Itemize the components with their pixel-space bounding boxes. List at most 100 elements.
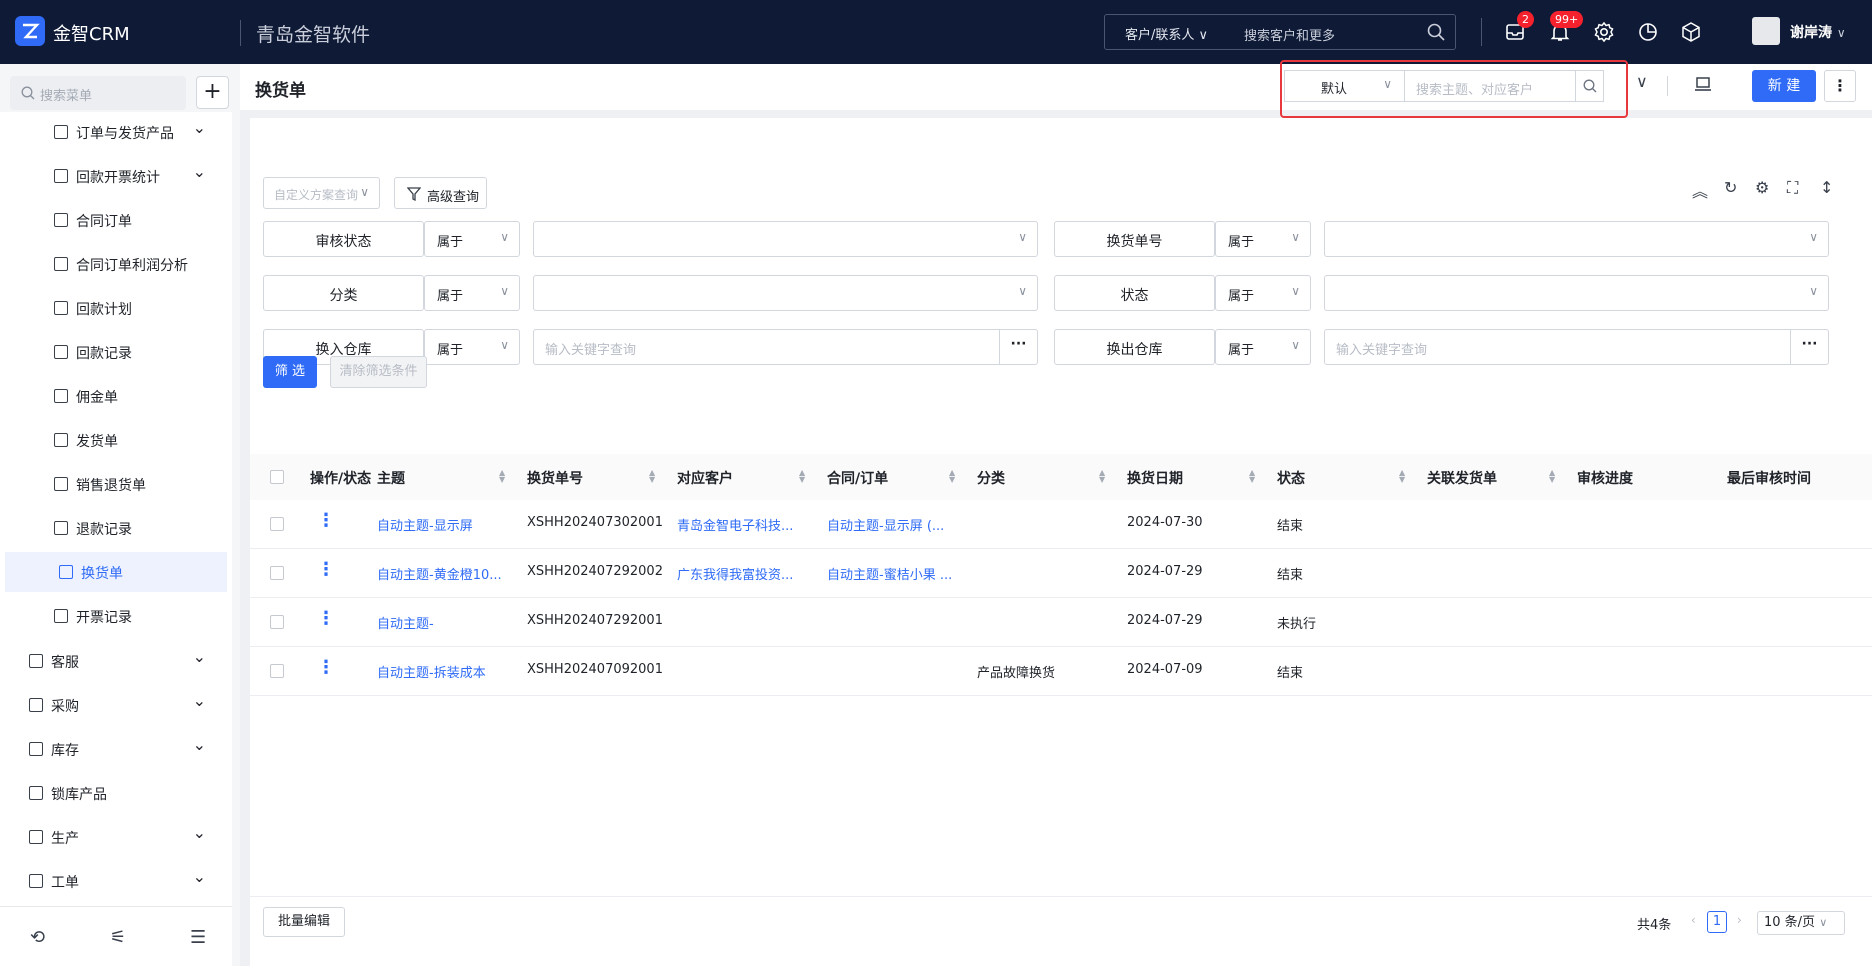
- row-actions-icon[interactable]: ⋮: [317, 512, 335, 530]
- column-header[interactable]: 关联发货单: [1427, 468, 1497, 488]
- refresh-icon[interactable]: ↻: [1724, 178, 1737, 197]
- sidebar-item[interactable]: 合同订单利润分析: [0, 244, 232, 284]
- sidebar-item[interactable]: 回款开票统计 ⌄: [0, 156, 232, 196]
- column-header[interactable]: 最后审核时间: [1727, 468, 1811, 488]
- chevron-down-icon[interactable]: ⌄: [193, 647, 206, 666]
- sidebar-item[interactable]: 采购 ⌄: [0, 685, 232, 725]
- prev-page-icon[interactable]: ‹: [1691, 913, 1696, 927]
- chevron-down-icon[interactable]: ⌄: [193, 823, 206, 842]
- fullscreen-icon[interactable]: ⛶: [1787, 178, 1798, 198]
- filter-operator-select[interactable]: 属于 ∨: [1215, 329, 1311, 365]
- filter-operator-select[interactable]: 属于 ∨: [424, 275, 520, 311]
- column-header[interactable]: 主题: [377, 468, 405, 488]
- row-checkbox[interactable]: [270, 517, 284, 531]
- subject-link[interactable]: 自动主题-黄金橙10...: [377, 564, 512, 583]
- column-header[interactable]: 对应客户: [677, 468, 733, 488]
- sort-icon[interactable]: ▲ ▼: [499, 469, 505, 484]
- chevron-down-icon[interactable]: ∨: [1636, 72, 1648, 91]
- sort-icon[interactable]: ▲ ▼: [949, 469, 955, 484]
- sidebar-item[interactable]: 退款记录: [0, 508, 232, 548]
- brand-name[interactable]: 金智CRM: [53, 20, 130, 46]
- sidebar-item[interactable]: 生产 ⌄: [0, 817, 232, 857]
- filter-value-input[interactable]: ∨: [533, 275, 1038, 311]
- more-icon[interactable]: ···: [1790, 330, 1828, 364]
- filter-value-input[interactable]: ∨: [1324, 275, 1829, 311]
- sort-icon[interactable]: ▲ ▼: [1549, 469, 1555, 484]
- apply-filter-button[interactable]: 筛 选: [263, 356, 317, 388]
- column-settings-icon[interactable]: ⚙: [1755, 178, 1769, 197]
- subject-link[interactable]: 自动主题-拆装成本: [377, 662, 512, 681]
- pie-chart-icon[interactable]: [1636, 20, 1660, 44]
- row-checkbox[interactable]: [270, 664, 284, 678]
- laptop-icon[interactable]: [1693, 76, 1713, 94]
- row-checkbox[interactable]: [270, 566, 284, 580]
- filter-value-input[interactable]: ∨: [1324, 221, 1829, 257]
- table-row[interactable]: ⋮ 自动主题- XSHH202407292001 2024-07-29 未执行: [250, 598, 1872, 647]
- sidebar-item[interactable]: 开票记录: [0, 596, 232, 636]
- chevron-down-icon[interactable]: ⌄: [193, 867, 206, 886]
- search-icon[interactable]: [1427, 23, 1445, 41]
- sidebar-item[interactable]: 回款记录: [0, 332, 232, 372]
- sidebar-item[interactable]: 换货单: [5, 552, 227, 592]
- sidebar-item[interactable]: 佣金单: [0, 376, 232, 416]
- brand-logo-icon[interactable]: [15, 16, 45, 46]
- column-header[interactable]: 操作/状态: [310, 468, 371, 488]
- user-name[interactable]: 谢岸涛 ∨: [1790, 22, 1846, 42]
- row-actions-icon[interactable]: ⋮: [317, 561, 335, 579]
- history-icon[interactable]: ⟲: [30, 927, 45, 948]
- filter-operator-select[interactable]: 属于 ∨: [1215, 221, 1311, 257]
- sidebar-item[interactable]: 工单 ⌄: [0, 861, 232, 901]
- collapse-sidebar-icon[interactable]: ☰: [190, 927, 206, 948]
- batch-edit-button[interactable]: 批量编辑: [263, 907, 346, 937]
- clear-filter-button[interactable]: 清除筛选条件: [330, 356, 427, 388]
- sidebar-item[interactable]: 回款计划: [0, 288, 232, 328]
- sidebar-item[interactable]: 销售退货单: [0, 464, 232, 504]
- more-icon[interactable]: ···: [999, 330, 1037, 364]
- contract-link[interactable]: 自动主题-蜜桔小果 ...: [827, 564, 967, 583]
- avatar[interactable]: [1752, 17, 1780, 45]
- row-checkbox[interactable]: [270, 615, 284, 629]
- sort-icon[interactable]: ▲ ▼: [1249, 469, 1255, 484]
- customer-link[interactable]: 广东我得我富投资...: [677, 564, 817, 583]
- column-header[interactable]: 审核进度: [1577, 468, 1633, 488]
- subject-link[interactable]: 自动主题-显示屏: [377, 515, 512, 534]
- sidebar-item[interactable]: 锁库产品: [0, 773, 232, 813]
- chevron-down-icon[interactable]: ⌄: [193, 118, 206, 137]
- filter-value-input[interactable]: ∨: [533, 221, 1038, 257]
- sidebar-item[interactable]: 发货单: [0, 420, 232, 460]
- new-button[interactable]: 新 建: [1752, 70, 1816, 102]
- column-header[interactable]: 分类: [977, 468, 1005, 488]
- gear-icon[interactable]: [1592, 20, 1616, 44]
- page-size-select[interactable]: 10 条/页 ∨: [1757, 911, 1845, 935]
- chevron-down-icon[interactable]: ∨: [1837, 26, 1846, 40]
- collapse-filters-icon[interactable]: ︽: [1692, 178, 1708, 202]
- advanced-query-button[interactable]: 高级查询: [394, 177, 487, 209]
- chevron-down-icon[interactable]: ⌄: [193, 691, 206, 710]
- filter-value-input[interactable]: 输入关键字查询 ···: [533, 329, 1038, 365]
- global-search-input[interactable]: 搜索客户和更多: [1244, 25, 1335, 44]
- row-actions-icon[interactable]: ⋮: [317, 659, 335, 677]
- sort-icon[interactable]: ▲ ▼: [1099, 469, 1105, 484]
- table-row[interactable]: ⋮ 自动主题-黄金橙10... XSHH202407292002 广东我得我富投资..…: [250, 549, 1872, 598]
- column-header[interactable]: 换货日期: [1127, 468, 1183, 488]
- cube-icon[interactable]: [1679, 20, 1703, 44]
- chevron-down-icon[interactable]: ⌄: [193, 735, 206, 754]
- sidebar-item[interactable]: 客服 ⌄: [0, 641, 232, 681]
- row-height-icon[interactable]: ↕: [1820, 178, 1833, 197]
- table-row[interactable]: ⋮ 自动主题-拆装成本 XSHH202407092001 产品故障换货 2024-07-…: [250, 647, 1872, 696]
- search-scope-select[interactable]: 客户/联系人 ∨: [1125, 24, 1208, 43]
- filter-operator-select[interactable]: 属于 ∨: [424, 221, 520, 257]
- select-all-checkbox[interactable]: [270, 470, 284, 484]
- column-header[interactable]: 状态: [1277, 468, 1305, 488]
- sidebar-item[interactable]: 库存 ⌄: [0, 729, 232, 769]
- row-actions-icon[interactable]: ⋮: [317, 610, 335, 628]
- customer-link[interactable]: 青岛金智电子科技...: [677, 515, 817, 534]
- custom-query-select[interactable]: 自定义方案查询 ∨: [263, 177, 380, 209]
- chevron-down-icon[interactable]: ⌄: [193, 162, 206, 181]
- sort-icon[interactable]: ▲ ▼: [649, 469, 655, 484]
- contract-link[interactable]: 自动主题-显示屏 (...: [827, 515, 967, 534]
- sidebar-item[interactable]: 合同订单: [0, 200, 232, 240]
- menu-search-input[interactable]: 搜索菜单: [10, 76, 186, 110]
- filter-value-input[interactable]: 输入关键字查询 ···: [1324, 329, 1829, 365]
- next-page-icon[interactable]: ›: [1737, 913, 1742, 927]
